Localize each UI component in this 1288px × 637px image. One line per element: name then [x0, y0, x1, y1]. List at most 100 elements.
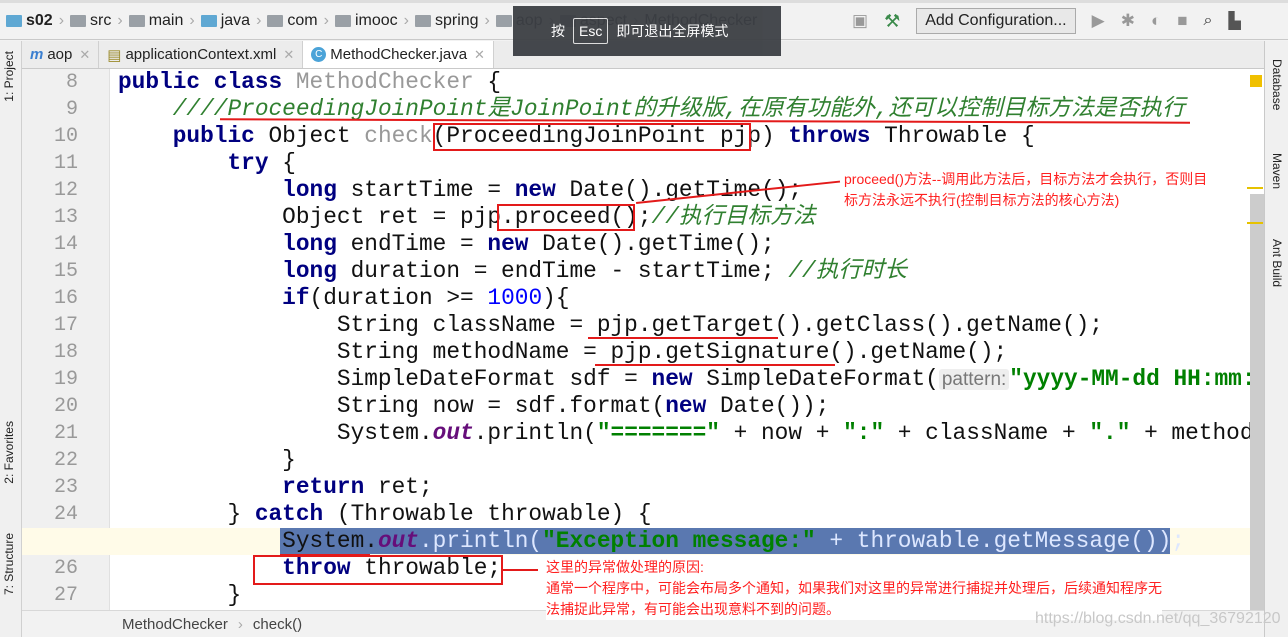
chevron-right-icon: › [323, 12, 329, 29]
tab-aop[interactable]: m aop ✕ [22, 41, 100, 68]
scroll-marker [1247, 187, 1263, 189]
code-token: ret; [377, 474, 433, 500]
breadcrumb-label: src [90, 12, 112, 29]
add-configuration-button[interactable]: Add Configuration... [916, 8, 1076, 34]
folder-icon [414, 15, 431, 27]
code-token: + methodNa [1144, 420, 1264, 446]
chevron-right-icon: › [117, 12, 123, 29]
xml-file-icon: ▤ [107, 46, 122, 64]
breadcrumb-s02[interactable]: s02 [6, 12, 53, 30]
code-token: if [282, 285, 310, 311]
code-token: public class [118, 69, 296, 95]
database-tool-tab[interactable]: Database [1270, 59, 1284, 110]
code-token: out [377, 528, 419, 554]
code-token: System. [118, 528, 378, 554]
breadcrumb-method[interactable]: check() [253, 616, 302, 633]
code-token: + className + [884, 420, 1090, 446]
project-tool-tab[interactable]: 1: Project [2, 51, 16, 102]
tab-methodchecker-java[interactable]: C MethodChecker.java ✕ [303, 41, 494, 68]
code-token: "=======" [596, 420, 720, 446]
breadcrumb-java[interactable]: java [200, 12, 250, 30]
line-number: 27 [53, 584, 78, 607]
note-line: 这里的异常做处理的原因: [546, 559, 704, 575]
structure-tool-tab[interactable]: 7: Structure [2, 533, 16, 595]
code-token: endTime = [350, 231, 488, 257]
breadcrumb-imooc[interactable]: imooc [334, 12, 398, 30]
breadcrumb-src[interactable]: src [70, 12, 111, 30]
folder-icon [495, 15, 512, 27]
build-hammer-icon[interactable]: ⚒ [884, 11, 900, 32]
line-number: 16 [53, 287, 78, 310]
tab-applicationcontext-xml[interactable]: ▤ applicationContext.xml ✕ [99, 41, 304, 68]
vertical-scrollbar[interactable] [1250, 194, 1264, 610]
breadcrumb-label: com [287, 12, 318, 29]
code-token: System. [118, 420, 433, 446]
note-line: 通常一个程序中，可能会布局多个通知，如果我们对这里的异常进行捕捉并处理后，后续通… [546, 580, 1162, 596]
fullscreen-toast: 按 Esc 即可退出全屏模式 [513, 6, 781, 56]
run-icon[interactable]: ▶ [1092, 11, 1105, 31]
search-icon[interactable]: ⌕ [1204, 12, 1213, 30]
code-token: String methodName = pjp.getSignature().g… [118, 339, 1008, 365]
code-token: //执行时长 [788, 258, 907, 284]
annotation-box-throw [253, 555, 503, 585]
code-line: System.out.println("=======" + now + ":"… [118, 420, 1264, 447]
line-number: 11 [53, 152, 78, 175]
breadcrumb-label: main [148, 12, 184, 29]
debug-icon[interactable]: ✱ [1121, 11, 1135, 31]
code-line: long duration = endTime - startTime; //执… [118, 258, 907, 285]
maven-module-icon: m [30, 46, 44, 63]
line-number: 12 [53, 179, 78, 202]
code-token: String now = sdf.format( [118, 393, 666, 419]
tab-label: aop [47, 46, 73, 63]
breadcrumb-main[interactable]: main [128, 12, 184, 30]
terminal-icon[interactable]: ▣ [852, 11, 868, 31]
code-token: + throwable.getMessage()); [815, 528, 1186, 554]
code-token: new [514, 177, 570, 203]
ant-build-tool-tab[interactable]: Ant Build [1270, 239, 1284, 287]
chevron-right-icon: › [256, 12, 262, 29]
code-line: } catch (Throwable throwable) { [118, 501, 651, 528]
project-structure-icon[interactable]: ▙ [1228, 11, 1240, 31]
coverage-icon[interactable]: ◐ [1151, 11, 1161, 31]
favorites-tool-tab[interactable]: 2: Favorites [2, 421, 16, 484]
close-icon[interactable]: ✕ [79, 47, 90, 63]
breadcrumb-spring[interactable]: spring [414, 12, 479, 30]
annotation-box-parameter [433, 123, 751, 151]
chevron-right-icon: › [403, 12, 409, 29]
stop-icon[interactable]: ■ [1177, 11, 1187, 31]
folder-icon [70, 15, 87, 27]
note-line: 标方法永远不执行(控制目标方法的核心方法) [844, 192, 1120, 208]
code-token: public [172, 123, 269, 149]
analysis-status-icon [1250, 75, 1262, 87]
code-token: "yyyy-MM-dd HH:mm: [1009, 366, 1256, 392]
code-token: .println( [418, 528, 543, 554]
close-icon[interactable]: ✕ [283, 47, 294, 63]
chevron-right-icon: › [237, 615, 243, 633]
code-token: { [487, 69, 502, 95]
annotation-box-proceed [497, 204, 635, 231]
code-token: + now + [719, 420, 844, 446]
folder-icon [6, 15, 22, 27]
code-token: { [282, 150, 296, 176]
line-number: 18 [53, 341, 78, 364]
code-line: String now = sdf.format(new Date()); [118, 393, 830, 420]
toolbar: ▣ ⚒ Add Configuration... ▶ ✱ ◐ ■ ⌕ ▙ [852, 8, 1241, 34]
code-token: String className = pjp.getTarget().getCl… [118, 312, 1103, 338]
code-line: String methodName = pjp.getSignature().g… [118, 339, 1007, 366]
breadcrumb-com[interactable]: com [267, 12, 318, 30]
close-icon[interactable]: ✕ [474, 47, 485, 63]
code-token: duration = endTime - startTime; [350, 258, 789, 284]
note-line: proceed()方法--调用此方法后，目标方法才会执行，否则目 [844, 171, 1208, 187]
breadcrumb-class[interactable]: MethodChecker [122, 616, 228, 633]
code-token: } [118, 447, 296, 473]
code-token: } [118, 501, 255, 527]
breadcrumb-label: s02 [26, 12, 53, 29]
code-line: try { [118, 150, 296, 177]
right-tool-strip: Database Maven Ant Build [1264, 41, 1288, 637]
maven-tool-tab[interactable]: Maven [1270, 153, 1284, 189]
code-token: pattern: [938, 369, 1010, 390]
code-line: Object ret = pjp.proceed();//执行目标方法 [118, 204, 816, 231]
